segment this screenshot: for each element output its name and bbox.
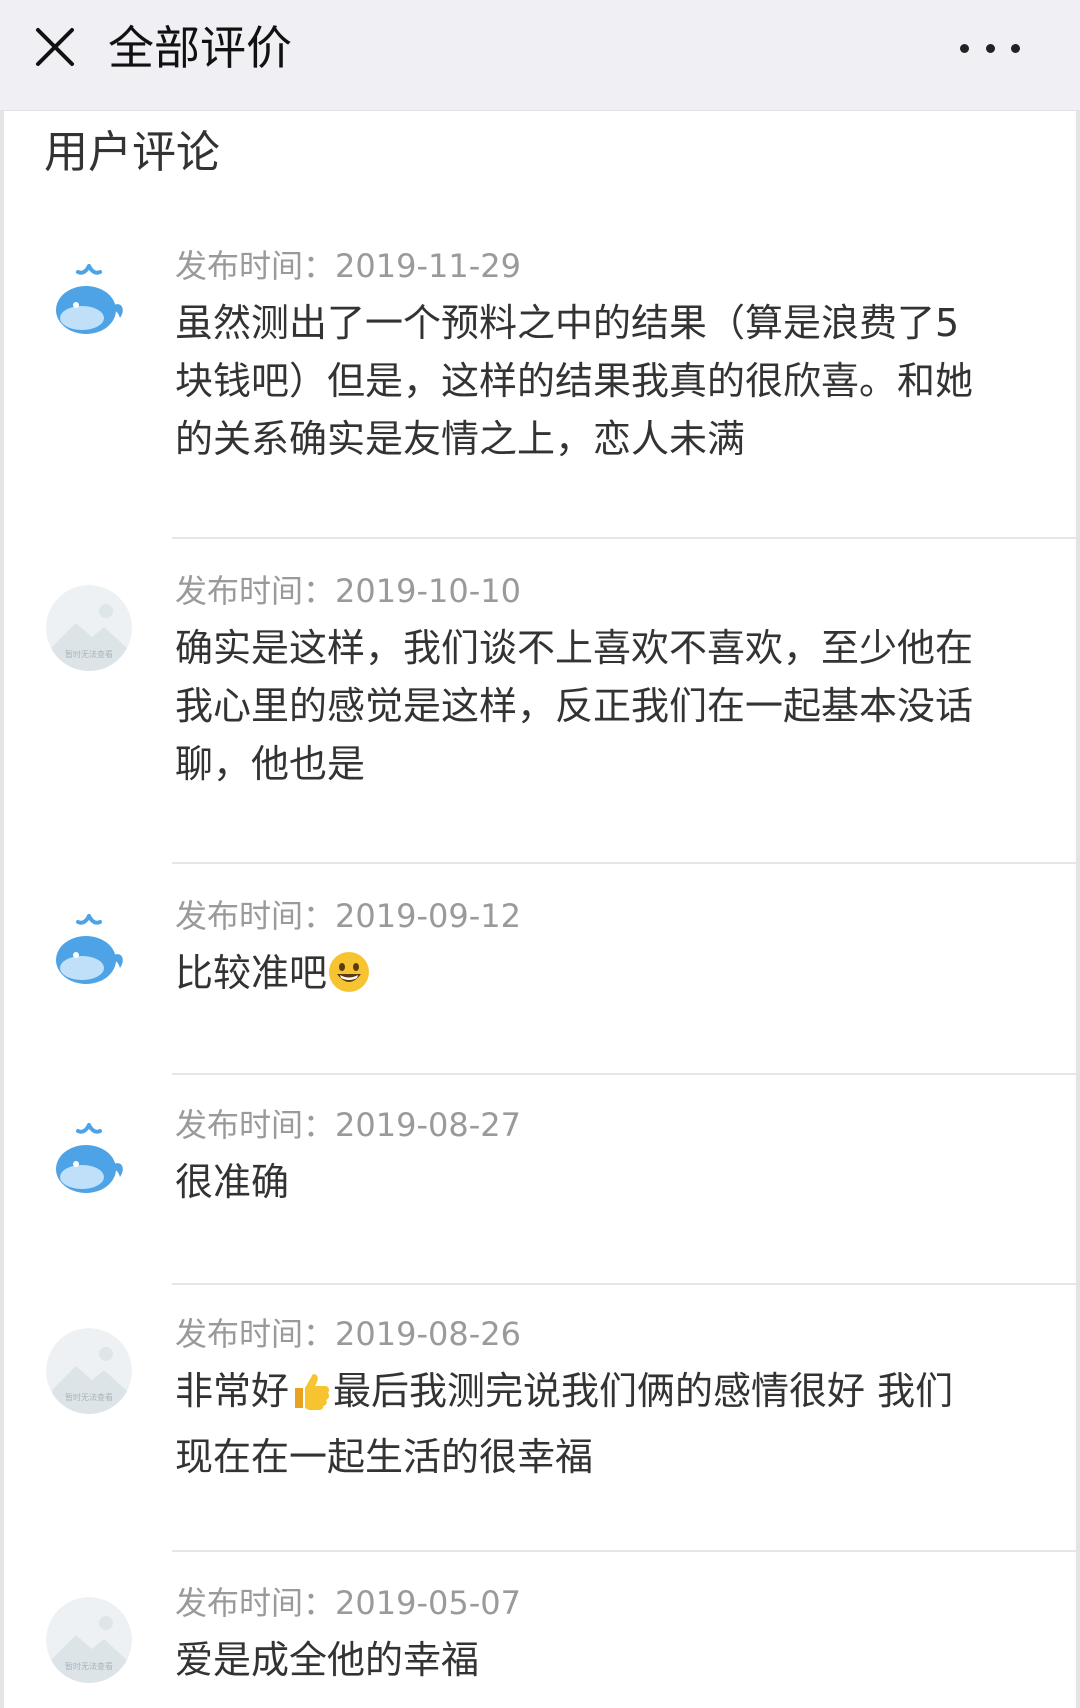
comment-text: 爱是成全他的幸福 xyxy=(175,1638,480,1682)
whale-avatar[interactable] xyxy=(46,910,132,996)
divider xyxy=(172,1550,1076,1552)
comment-text: 很准确 xyxy=(175,1160,290,1204)
thumbs-up-emoji xyxy=(289,1368,333,1428)
comment-time: 发布时间：2019-08-27 xyxy=(175,1106,521,1144)
placeholder-avatar[interactable]: 暂时无法查看 xyxy=(46,1597,132,1683)
comment-time: 发布时间：2019-09-12 xyxy=(175,897,521,935)
svg-text:暂时无法查看: 暂时无法查看 xyxy=(65,1392,113,1402)
comment-text: 虽然测出了一个预料之中的结果（算是浪费了5块钱吧）但是，这样的结果我真的很欣喜。… xyxy=(175,301,974,461)
top-bar: 全部评价 xyxy=(0,0,1080,111)
close-icon[interactable] xyxy=(34,26,76,68)
whale-avatar[interactable] xyxy=(46,1119,132,1205)
comment-time: 发布时间：2019-05-07 xyxy=(175,1584,521,1622)
svg-text:暂时无法查看: 暂时无法查看 xyxy=(65,649,113,659)
divider xyxy=(172,1283,1076,1285)
page-border xyxy=(1076,110,1080,1708)
grinning-face-emoji xyxy=(327,950,371,1010)
comment-time: 发布时间：2019-10-10 xyxy=(175,572,521,610)
comment-time: 发布时间：2019-11-29 xyxy=(175,247,521,285)
page-title: 全部评价 xyxy=(108,21,292,75)
comment-text: 确实是这样，我们谈不上喜欢不喜欢，至少他在我心里的感觉是这样，反正我们在一起基本… xyxy=(175,626,974,786)
divider xyxy=(172,537,1076,539)
placeholder-avatar[interactable]: 暂时无法查看 xyxy=(46,585,132,671)
comment-time: 发布时间：2019-08-26 xyxy=(175,1315,521,1353)
whale-avatar[interactable] xyxy=(46,260,132,346)
comment-text-segment: 比较准吧 xyxy=(175,951,328,995)
comment-text: 比较准吧 xyxy=(175,944,975,1010)
comment-text: 非常好 最后我测完说我们俩的感情很好 我们现在在一起生活的很幸福 xyxy=(175,1362,975,1486)
placeholder-avatar[interactable]: 暂时无法查看 xyxy=(46,1328,132,1414)
more-options-icon[interactable] xyxy=(960,28,1020,68)
divider xyxy=(172,862,1076,864)
comment-text-segment: 非常好 xyxy=(175,1369,290,1413)
svg-text:暂时无法查看: 暂时无法查看 xyxy=(65,1661,113,1671)
divider xyxy=(172,1073,1076,1075)
page-border xyxy=(0,110,4,1708)
section-title: 用户评论 xyxy=(44,127,220,178)
